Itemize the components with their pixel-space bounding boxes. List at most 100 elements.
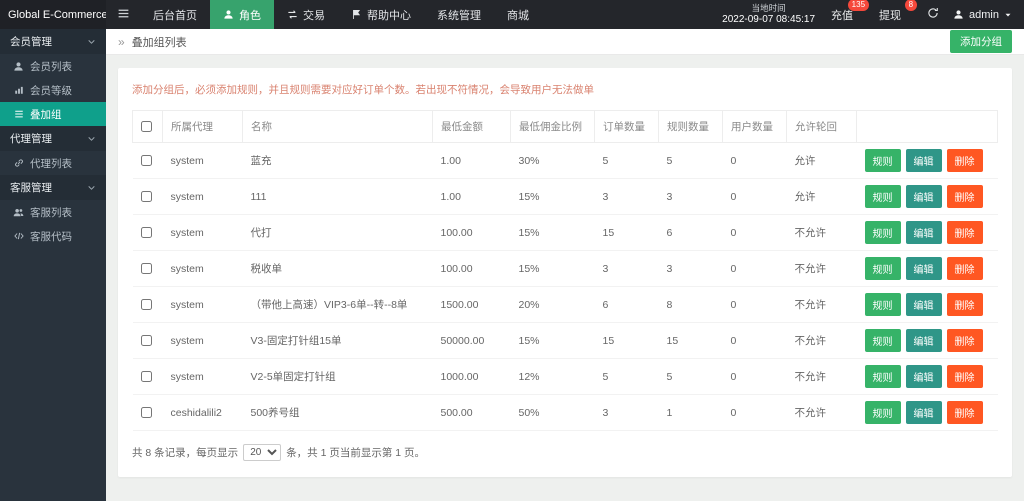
sidebar-section-header[interactable]: 客服管理 — [0, 175, 106, 200]
menu-icon — [117, 7, 130, 23]
delete-button[interactable]: 删除 — [947, 149, 983, 172]
rule-button[interactable]: 规则 — [865, 149, 901, 172]
row-select-cell — [133, 323, 163, 359]
row-checkbox[interactable] — [141, 371, 152, 382]
top-nav-item-label: 系统管理 — [437, 7, 481, 23]
row-checkbox[interactable] — [141, 263, 152, 274]
cell-min_amount: 500.00 — [433, 395, 511, 431]
admin-name: admin — [969, 9, 999, 21]
row-checkbox[interactable] — [141, 407, 152, 418]
page-title: 叠加组列表 — [132, 34, 187, 50]
top-nav-item[interactable]: 商城 — [494, 0, 542, 29]
row-checkbox[interactable] — [141, 299, 152, 310]
edit-button[interactable]: 编辑 — [906, 149, 942, 172]
column-header: 用户数量 — [723, 111, 787, 143]
delete-button[interactable]: 删除 — [947, 329, 983, 352]
sidebar-item-label: 客服代码 — [30, 229, 72, 244]
rule-button[interactable]: 规则 — [865, 293, 901, 316]
top-nav-item[interactable]: 帮助中心 — [338, 0, 424, 29]
withdraw-label: 提现 — [879, 10, 901, 22]
people-icon — [13, 207, 24, 218]
sidebar-item[interactable]: 客服列表 — [0, 200, 106, 224]
cell-rules: 5 — [659, 359, 723, 395]
menu-toggle-button[interactable] — [106, 0, 140, 29]
cell-commission: 20% — [511, 287, 595, 323]
edit-button[interactable]: 编辑 — [906, 365, 942, 388]
row-actions-cell: 规则编辑删除 — [857, 251, 998, 287]
column-header: 订单数量 — [595, 111, 659, 143]
top-nav-item[interactable]: 角色 — [210, 0, 274, 29]
cell-recycle: 不允许 — [787, 215, 857, 251]
top-nav-item[interactable]: 交易 — [274, 0, 338, 29]
cell-rules: 1 — [659, 395, 723, 431]
sidebar-section-header[interactable]: 代理管理 — [0, 126, 106, 151]
cell-orders: 15 — [595, 323, 659, 359]
cell-users: 0 — [723, 251, 787, 287]
withdraw-badge: 8 — [905, 0, 917, 11]
edit-button[interactable]: 编辑 — [906, 185, 942, 208]
top-nav-item[interactable]: 系统管理 — [424, 0, 494, 29]
cell-agent: system — [163, 359, 243, 395]
table-row: system1111.0015%330允许规则编辑删除 — [133, 179, 998, 215]
rule-button[interactable]: 规则 — [865, 329, 901, 352]
edit-button[interactable]: 编辑 — [906, 401, 942, 424]
edit-button[interactable]: 编辑 — [906, 293, 942, 316]
cell-orders: 3 — [595, 395, 659, 431]
sidebar-item[interactable]: 客服代码 — [0, 224, 106, 248]
sidebar-section-label: 代理管理 — [10, 131, 52, 146]
edit-button[interactable]: 编辑 — [906, 221, 942, 244]
row-select-cell — [133, 143, 163, 179]
column-header: 名称 — [243, 111, 433, 143]
app-logo: Global E-Commerce... — [0, 0, 106, 29]
sidebar-item[interactable]: 会员列表 — [0, 54, 106, 78]
rule-button[interactable]: 规则 — [865, 365, 901, 388]
withdraw-link[interactable]: 提现 8 — [879, 7, 901, 23]
row-select-cell — [133, 251, 163, 287]
edit-button[interactable]: 编辑 — [906, 257, 942, 280]
sidebar-section-header[interactable]: 会员管理 — [0, 29, 106, 54]
sidebar-item[interactable]: 会员等级 — [0, 78, 106, 102]
rule-button[interactable]: 规则 — [865, 221, 901, 244]
table-row: ceshidalili2500养号组500.0050%310不允许规则编辑删除 — [133, 395, 998, 431]
delete-button[interactable]: 删除 — [947, 293, 983, 316]
sidebar: 会员管理会员列表会员等级叠加组代理管理代理列表客服管理客服列表客服代码 — [0, 29, 106, 501]
cell-rules: 15 — [659, 323, 723, 359]
top-nav-item[interactable]: 后台首页 — [140, 0, 210, 29]
delete-button[interactable]: 删除 — [947, 221, 983, 244]
rule-button[interactable]: 规则 — [865, 401, 901, 424]
breadcrumb: » 叠加组列表 添加分组 — [106, 29, 1024, 55]
top-nav-item-label: 后台首页 — [153, 7, 197, 23]
recharge-link[interactable]: 充值 135 — [831, 7, 853, 23]
cell-recycle: 不允许 — [787, 287, 857, 323]
top-nav-item-label: 商城 — [507, 7, 529, 23]
rule-button[interactable]: 规则 — [865, 257, 901, 280]
per-page-select[interactable]: 20 — [243, 444, 281, 461]
column-header: 最低金额 — [433, 111, 511, 143]
code-icon — [13, 231, 24, 241]
delete-button[interactable]: 删除 — [947, 257, 983, 280]
row-checkbox[interactable] — [141, 155, 152, 166]
chevron-down-icon — [87, 183, 96, 192]
pagination: 共 8 条记录，每页显示 20 条，共 1 页当前显示第 1 页。 — [132, 444, 998, 461]
cell-users: 0 — [723, 395, 787, 431]
add-group-button[interactable]: 添加分组 — [950, 30, 1012, 53]
row-checkbox[interactable] — [141, 335, 152, 346]
row-checkbox[interactable] — [141, 191, 152, 202]
rule-button[interactable]: 规则 — [865, 185, 901, 208]
delete-button[interactable]: 删除 — [947, 365, 983, 388]
sidebar-item[interactable]: 叠加组 — [0, 102, 106, 126]
cell-name: V3-固定打针组15单 — [243, 323, 433, 359]
admin-menu[interactable]: admin — [953, 9, 1012, 21]
delete-button[interactable]: 删除 — [947, 401, 983, 424]
groups-table: 所属代理名称最低金额最低佣金比例订单数量规则数量用户数量允许轮回 system蓝… — [132, 110, 998, 431]
select-all-checkbox[interactable] — [141, 121, 152, 132]
refresh-button[interactable] — [927, 7, 939, 22]
edit-button[interactable]: 编辑 — [906, 329, 942, 352]
sidebar-item-label: 会员等级 — [30, 83, 72, 98]
cell-agent: system — [163, 323, 243, 359]
delete-button[interactable]: 删除 — [947, 185, 983, 208]
cell-min_amount: 1500.00 — [433, 287, 511, 323]
sidebar-item[interactable]: 代理列表 — [0, 151, 106, 175]
row-checkbox[interactable] — [141, 227, 152, 238]
cell-min_amount: 1000.00 — [433, 359, 511, 395]
